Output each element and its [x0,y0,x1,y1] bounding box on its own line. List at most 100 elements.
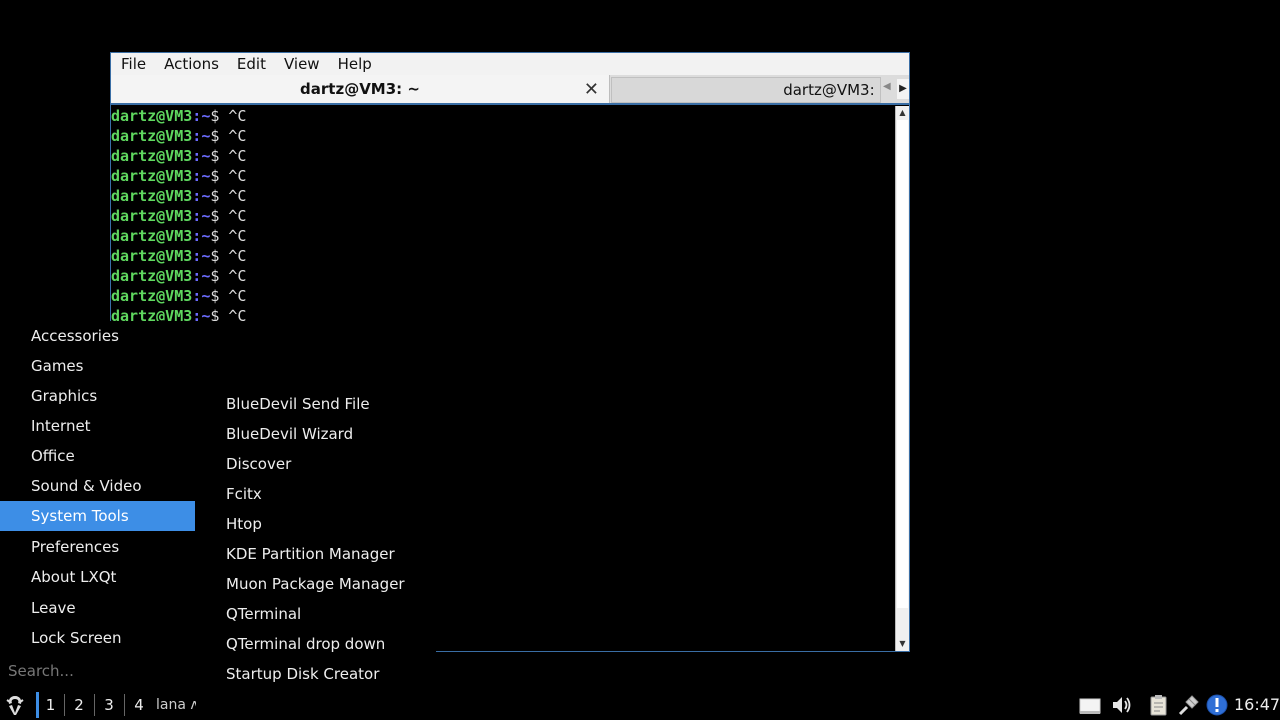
desktop-1-button[interactable]: 1 [36,692,62,718]
menu-category-leave[interactable]: Leave [0,593,195,623]
menu-edit[interactable]: Edit [228,53,275,75]
tab-active[interactable]: dartz@VM3: ~ ✕ [111,75,610,103]
prompt-user-host: dartz@VM3 [111,267,193,285]
volume-icon[interactable] [1110,693,1134,717]
scrollbar-track[interactable] [897,120,908,608]
menu-app-bluedevil-wizard[interactable]: BlueDevil Wizard [226,419,353,449]
prompt-path: ~ [201,227,211,245]
menu-category-accessories[interactable]: Accessories [0,321,195,351]
prompt-colon: : [192,167,202,185]
prompt-path: ~ [201,287,211,305]
menu-view[interactable]: View [275,53,329,75]
scroll-up-icon[interactable]: ▲ [896,106,909,120]
prompt-symbol: $ [210,147,229,165]
taskbar: 1 2 3 4 lana ʌ 16:47 [0,690,1280,720]
prompt-user-host: dartz@VM3 [111,227,193,245]
desktop-separator [64,694,65,716]
menu-app-startup-disk-creator[interactable]: Startup Disk Creator [226,659,379,689]
desktop-4-button[interactable]: 4 [126,692,152,718]
prompt-path: ~ [201,187,211,205]
menu-file[interactable]: File [111,53,155,75]
prompt-user-host: dartz@VM3 [111,187,193,205]
tab-scroll-right-icon[interactable]: ▶ [897,79,909,99]
menu-help[interactable]: Help [329,53,381,75]
terminal-line: dartz@VM3:~$ ^C [111,266,895,286]
desktop-2-button[interactable]: 2 [66,692,92,718]
clipboard-icon[interactable] [1146,693,1170,717]
network-icon[interactable] [1177,693,1201,717]
prompt-colon: : [192,287,202,305]
menu-app-muon-package-manager[interactable]: Muon Package Manager [226,569,405,599]
lxqt-menu-icon[interactable] [4,693,26,717]
prompt-user-host: dartz@VM3 [111,167,193,185]
desktop-3-button[interactable]: 3 [96,692,122,718]
prompt-path: ~ [201,267,211,285]
command-text: ^C [228,227,247,245]
prompt-user-host: dartz@VM3 [111,207,193,225]
menu-category-preferences[interactable]: Preferences [0,532,195,562]
prompt-colon: : [192,187,202,205]
terminal-line: dartz@VM3:~$ ^C [111,106,895,126]
menubar: File Actions Edit View Help [111,53,909,75]
command-text: ^C [228,147,247,165]
command-text: ^C [228,207,247,225]
prompt-colon: : [192,107,202,125]
prompt-path: ~ [201,127,211,145]
update-notifier-icon[interactable] [1205,693,1229,717]
menu-category-sound-video[interactable]: Sound & Video [0,471,195,501]
prompt-colon: : [192,267,202,285]
menu-category-lock-screen[interactable]: Lock Screen [0,623,195,653]
command-text: ^C [228,107,247,125]
menu-category-system-tools[interactable]: System Tools [0,501,195,531]
prompt-path: ~ [201,247,211,265]
clock[interactable]: 16:47 [1234,690,1280,720]
menu-app-fcitx[interactable]: Fcitx [226,479,262,509]
prompt-colon: : [192,207,202,225]
prompt-path: ~ [201,207,211,225]
terminal-line: dartz@VM3:~$ ^C [111,286,895,306]
taskbar-window-button[interactable]: lana ʌ [156,692,196,718]
tab-scroll-left-icon[interactable]: ◀ [883,81,891,92]
menu-actions[interactable]: Actions [155,53,228,75]
prompt-user-host: dartz@VM3 [111,127,193,145]
tab-inactive[interactable]: dartz@VM3: ~ [611,77,881,103]
menu-app-kde-partition-manager[interactable]: KDE Partition Manager [226,539,395,569]
terminal-scrollbar[interactable]: ▲ ▼ [895,106,909,651]
close-icon[interactable]: ✕ [584,79,599,100]
prompt-path: ~ [201,147,211,165]
menu-category-games[interactable]: Games [0,351,195,381]
command-text: ^C [228,167,247,185]
prompt-symbol: $ [210,107,229,125]
menu-app-qterminal-drop-down[interactable]: QTerminal drop down [226,629,385,659]
menu-category-about-lxqt[interactable]: About LXQt [0,562,195,592]
prompt-user-host: dartz@VM3 [111,287,193,305]
prompt-symbol: $ [210,167,229,185]
prompt-colon: : [192,147,202,165]
prompt-user-host: dartz@VM3 [111,147,193,165]
terminal-line: dartz@VM3:~$ ^C [111,246,895,266]
scroll-down-icon[interactable]: ▼ [896,637,909,651]
prompt-colon: : [192,227,202,245]
search-input[interactable] [8,660,188,682]
menu-category-office[interactable]: Office [0,441,195,471]
terminal-line: dartz@VM3:~$ ^C [111,126,895,146]
prompt-symbol: $ [210,247,229,265]
keyboard-icon[interactable] [1078,693,1102,717]
prompt-symbol: $ [210,207,229,225]
menu-app-htop[interactable]: Htop [226,509,262,539]
prompt-symbol: $ [210,227,229,245]
menu-app-discover[interactable]: Discover [226,449,291,479]
command-text: ^C [228,287,247,305]
prompt-symbol: $ [210,187,229,205]
menu-app-qterminal[interactable]: QTerminal [226,599,301,629]
command-text: ^C [228,187,247,205]
menu-app-bluedevil-send-file[interactable]: BlueDevil Send File [226,389,370,419]
terminal-line: dartz@VM3:~$ ^C [111,206,895,226]
menu-category-internet[interactable]: Internet [0,411,195,441]
prompt-symbol: $ [210,127,229,145]
tab-active-title: dartz@VM3: ~ [300,80,420,98]
command-text: ^C [228,267,247,285]
terminal-line: dartz@VM3:~$ ^C [111,186,895,206]
desktop-separator [124,694,125,716]
menu-category-graphics[interactable]: Graphics [0,381,195,411]
